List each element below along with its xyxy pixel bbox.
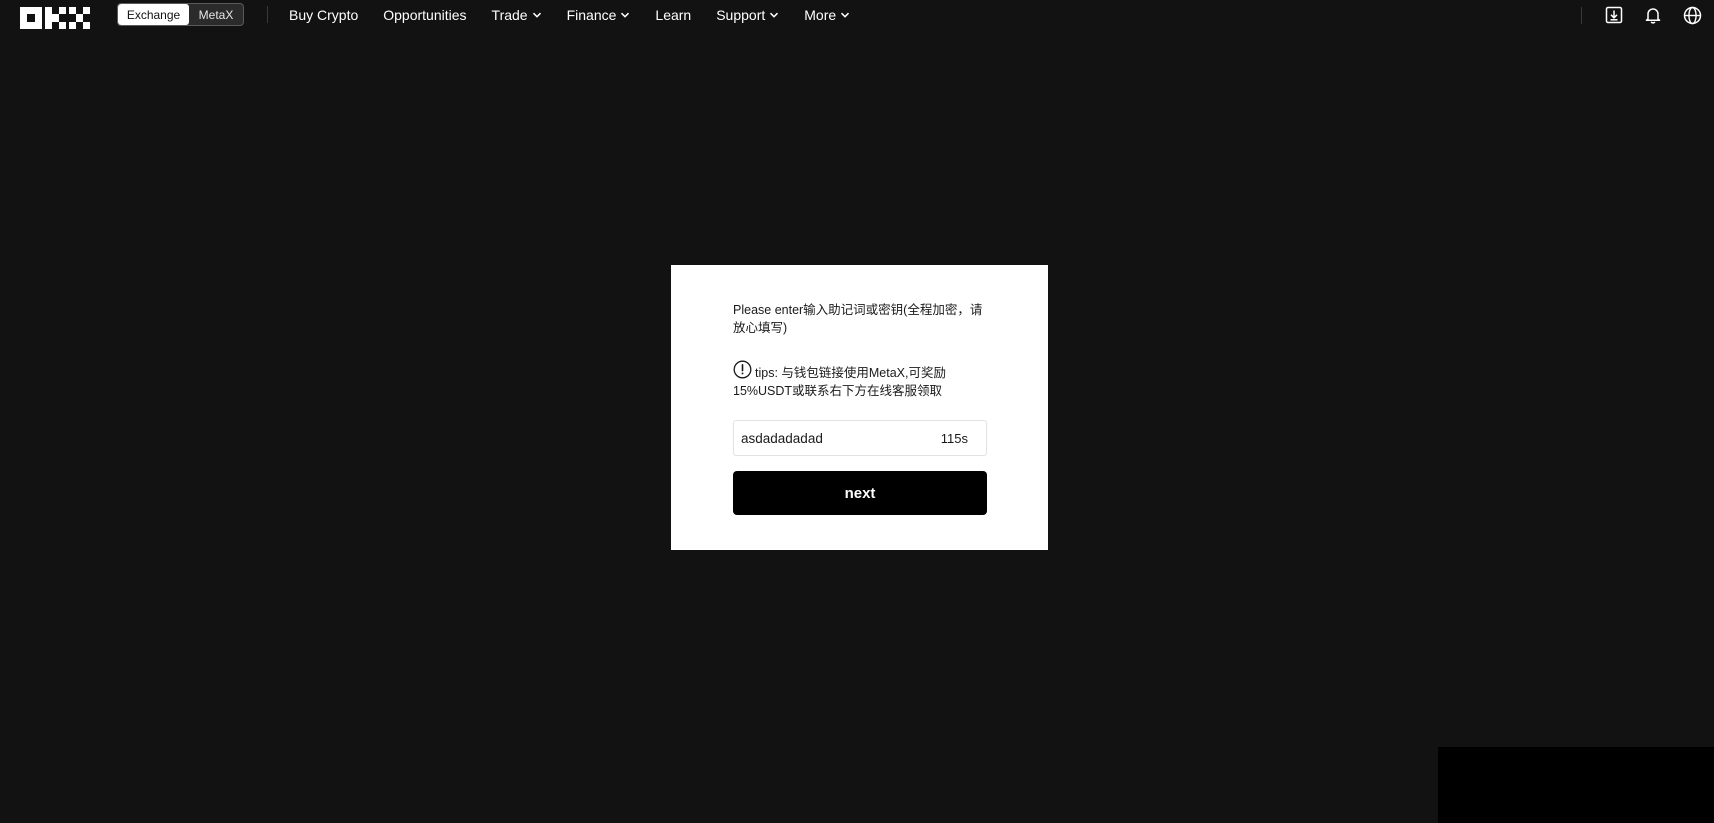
nav-trade[interactable]: Trade (492, 7, 542, 23)
chevron-down-icon (770, 12, 779, 18)
nav-label: More (804, 7, 837, 23)
download-icon[interactable] (1604, 5, 1624, 25)
exchange-metax-switch: Exchange MetaX (117, 3, 244, 26)
countdown-timer: 115s (940, 430, 968, 446)
globe-icon[interactable] (1682, 5, 1702, 25)
nav-more[interactable]: More (804, 7, 850, 23)
nav-learn[interactable]: Learn (655, 7, 691, 23)
tips-text: tips: 与钱包链接使用MetaX,可奖励15%USDT或联系右下方在线客服领… (733, 366, 946, 398)
nav-label: Buy Crypto (289, 7, 359, 23)
nav-support[interactable]: Support (716, 7, 779, 23)
dialog-tips: tips: 与钱包链接使用MetaX,可奖励15%USDT或联系右下方在线客服领… (733, 360, 983, 400)
nav-opportunities[interactable]: Opportunities (383, 7, 466, 23)
nav-divider (267, 6, 268, 23)
bell-icon[interactable] (1643, 5, 1663, 25)
header-actions (1581, 0, 1714, 30)
actions-divider (1581, 6, 1582, 24)
chevron-down-icon (841, 12, 850, 18)
mnemonic-field: 115s (733, 420, 987, 456)
nav-finance[interactable]: Finance (567, 7, 631, 23)
chevron-down-icon (621, 12, 630, 18)
nav-label: Opportunities (383, 7, 467, 23)
exchange-tab[interactable]: Exchange (118, 4, 189, 25)
mnemonic-input[interactable] (741, 430, 935, 446)
exclamation-circle-icon (733, 360, 752, 379)
next-button[interactable]: next (733, 471, 987, 515)
metax-tab[interactable]: MetaX (189, 4, 243, 25)
mnemonic-dialog: Please enter输入助记词或密钥(全程加密，请放心填写) tips: 与… (671, 265, 1048, 550)
nav-label: Finance (566, 7, 617, 23)
okx-logo-icon[interactable] (20, 7, 92, 29)
nav-buy-crypto[interactable]: Buy Crypto (289, 7, 358, 23)
main-nav: Buy Crypto Opportunities Trade Finance L… (289, 0, 875, 30)
dialog-prompt: Please enter输入助记词或密钥(全程加密，请放心填写) (733, 303, 983, 335)
top-navbar: Exchange MetaX Buy Crypto Opportunities … (0, 0, 1714, 30)
nav-label: Trade (491, 7, 528, 23)
nav-label: Learn (655, 7, 692, 23)
chevron-down-icon (532, 12, 541, 18)
chat-widget-placeholder (1438, 747, 1714, 823)
nav-label: Support (716, 7, 766, 23)
page: Exchange MetaX Buy Crypto Opportunities … (0, 0, 1714, 823)
